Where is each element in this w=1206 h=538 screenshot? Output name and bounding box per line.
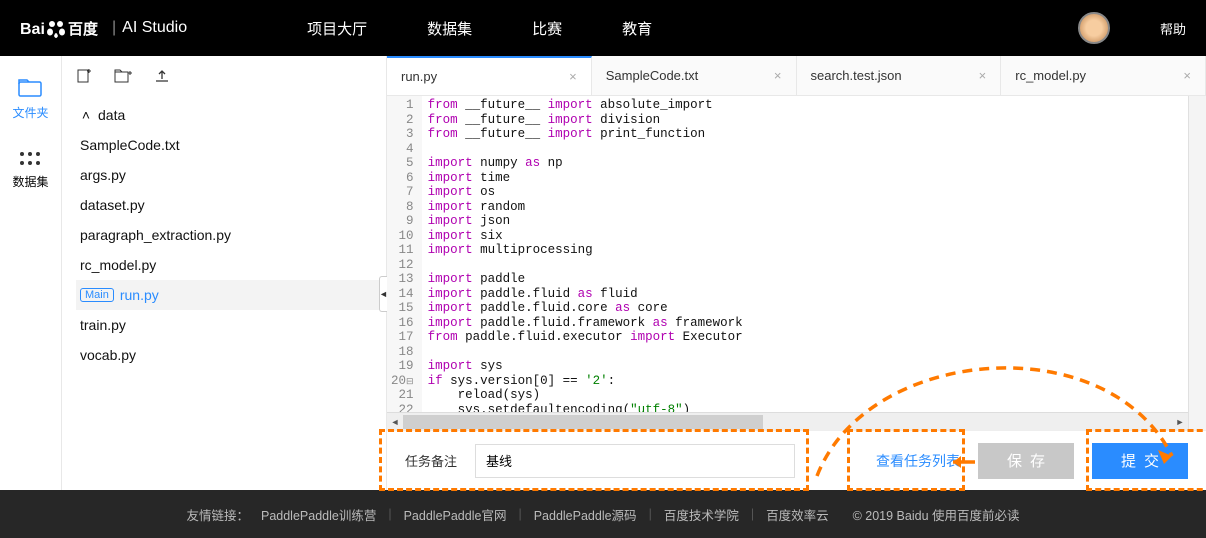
nav-education[interactable]: 教育 (622, 18, 652, 39)
footer-lead: 友情链接： (186, 505, 249, 524)
tab-search-json[interactable]: search.test.json× (797, 56, 1002, 95)
new-file-icon[interactable] (76, 68, 92, 84)
file-item[interactable]: train.py (76, 310, 386, 340)
close-icon[interactable]: × (774, 68, 782, 83)
main-file-label: run.py (120, 287, 159, 303)
tab-samplecode[interactable]: SampleCode.txt× (592, 56, 797, 95)
line-gutter: 1234567891011121314151617181920⊟21222324 (387, 96, 422, 412)
tab-rcmodel[interactable]: rc_model.py× (1001, 56, 1206, 95)
code-lines[interactable]: from __future__ import absolute_importfr… (422, 96, 749, 412)
nav-datasets[interactable]: 数据集 (427, 18, 472, 39)
horizontal-scrollbar[interactable]: ◄ ► (387, 412, 1188, 430)
brand-text: AI Studio (122, 19, 187, 37)
footer-link[interactable]: 百度效率云 (766, 505, 829, 524)
main-badge: Main (80, 288, 114, 302)
nav-help[interactable]: 帮助 (1160, 19, 1186, 38)
footer-link[interactable]: 百度技术学院 (664, 505, 739, 524)
brand-logo[interactable]: Bai 百度 | AI Studio (20, 14, 187, 42)
left-icon-rail: 文件夹 数据集 (0, 56, 62, 490)
panel-collapse-handle[interactable]: ◄ (379, 276, 387, 312)
file-item[interactable]: rc_model.py (76, 250, 386, 280)
dataset-icon (19, 151, 41, 167)
file-item[interactable]: SampleCode.txt (76, 130, 386, 160)
svg-text:Bai: Bai (20, 21, 45, 38)
scroll-left-icon[interactable]: ◄ (387, 413, 403, 431)
rail-dataset[interactable]: 数据集 (12, 151, 48, 190)
file-item-main[interactable]: Main run.py (76, 280, 386, 310)
file-item[interactable]: vocab.py (76, 340, 386, 370)
upload-icon[interactable] (154, 69, 170, 83)
nav-contests[interactable]: 比赛 (532, 18, 562, 39)
file-panel: ˄data SampleCode.txt args.py dataset.py … (62, 56, 386, 490)
task-bottom-bar: 任务备注 查看任务列表 保存 提交 (387, 430, 1206, 490)
baidu-logo-icon: Bai 百度 (20, 14, 106, 42)
folder-icon (18, 78, 42, 98)
chevron-right-icon: ˄ (80, 107, 92, 123)
scroll-right-icon[interactable]: ► (1172, 413, 1188, 431)
close-icon[interactable]: × (1183, 68, 1191, 83)
new-folder-icon[interactable] (114, 69, 132, 83)
svg-text:百度: 百度 (68, 20, 99, 38)
task-remark-label: 任务备注 (405, 451, 457, 470)
footer-link[interactable]: PaddlePaddle官网 (404, 505, 507, 524)
task-remark-input[interactable] (475, 444, 795, 478)
code-area[interactable]: 1234567891011121314151617181920⊟21222324… (387, 96, 1206, 412)
folder-data[interactable]: ˄ data (76, 100, 386, 130)
rail-folder-label: 文件夹 (12, 104, 48, 121)
view-task-list-link[interactable]: 查看任务列表 (876, 451, 960, 471)
footer-copy: © 2019 Baidu 使用百度前必读 (853, 505, 1020, 524)
save-button[interactable]: 保存 (978, 443, 1074, 479)
nav-items: 项目大厅 数据集 比赛 教育 (307, 18, 652, 39)
file-item[interactable]: args.py (76, 160, 386, 190)
close-icon[interactable]: × (979, 68, 987, 83)
footer-link[interactable]: PaddlePaddle训练营 (261, 505, 376, 524)
file-item[interactable]: dataset.py (76, 190, 386, 220)
main-area: 文件夹 数据集 ˄ data SampleCode.txt args.py dat… (0, 56, 1206, 490)
tab-run-py[interactable]: run.py× (387, 56, 592, 95)
footer-link[interactable]: PaddlePaddle源码 (534, 505, 637, 524)
submit-button[interactable]: 提交 (1092, 443, 1188, 479)
file-item[interactable]: paragraph_extraction.py (76, 220, 386, 250)
vertical-scrollbar[interactable] (1188, 96, 1206, 430)
nav-projects[interactable]: 项目大厅 (307, 18, 367, 39)
rail-folder[interactable]: 文件夹 (12, 78, 48, 121)
editor-tabs: run.py× SampleCode.txt× search.test.json… (387, 56, 1206, 96)
avatar[interactable] (1078, 12, 1110, 44)
footer: 友情链接： PaddlePaddle训练营| PaddlePaddle官网| P… (0, 490, 1206, 538)
top-nav: Bai 百度 | AI Studio 项目大厅 数据集 比赛 教育 帮助 (0, 0, 1206, 56)
folder-label: data (98, 107, 125, 123)
file-tree: ˄data SampleCode.txt args.py dataset.py … (62, 96, 386, 370)
editor: ◄ run.py× SampleCode.txt× search.test.js… (386, 56, 1206, 490)
scroll-thumb[interactable] (403, 415, 763, 429)
file-toolbar (62, 56, 386, 96)
rail-dataset-label: 数据集 (12, 173, 48, 190)
close-icon[interactable]: × (569, 69, 577, 84)
